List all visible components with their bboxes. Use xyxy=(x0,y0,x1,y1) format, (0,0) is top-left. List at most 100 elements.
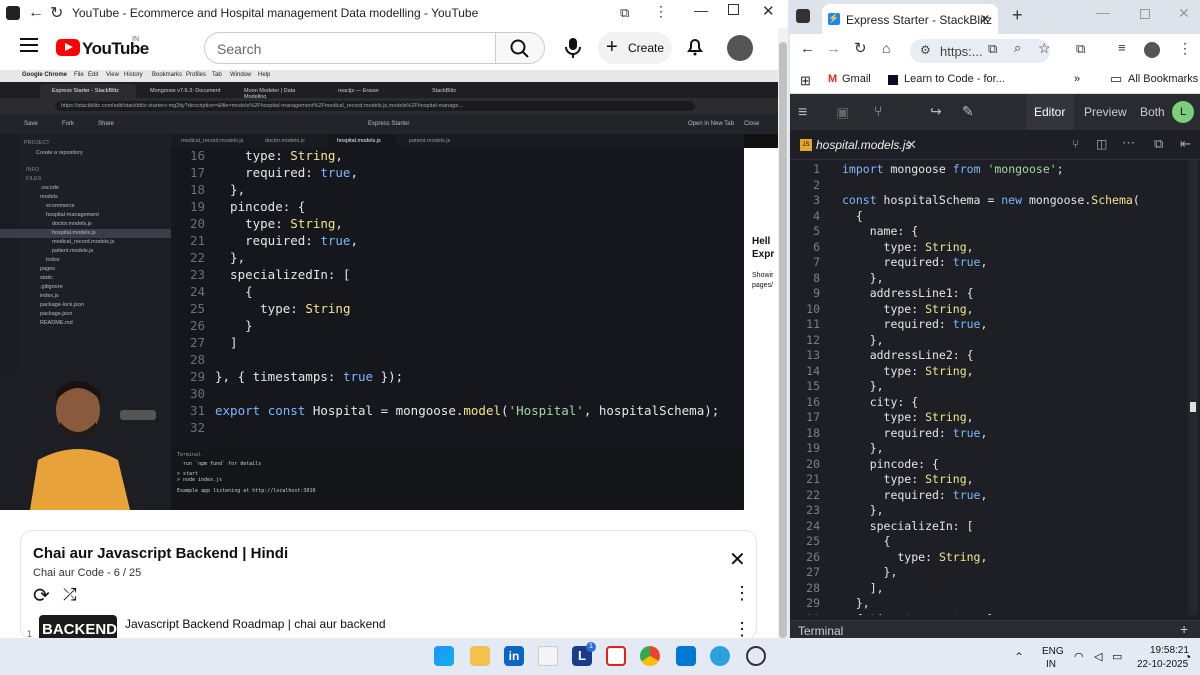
video-player[interactable]: Google Chrome File Edit View History Boo… xyxy=(0,70,778,510)
bookmark-gmail[interactable]: Gmail xyxy=(842,73,871,85)
code-line[interactable]: 24 specializeIn: [ xyxy=(790,519,973,535)
share-icon[interactable]: ↪ xyxy=(930,103,942,120)
back-arrow-icon[interactable]: ← xyxy=(800,40,815,57)
code-line[interactable]: 10 type: String, xyxy=(790,302,973,318)
code-line[interactable]: 17 type: String, xyxy=(790,410,973,426)
add-terminal-icon[interactable]: + xyxy=(1180,621,1188,637)
playlist-subtitle[interactable]: Chai aur Code - 6 / 25 xyxy=(33,567,141,579)
tray-chevron-icon[interactable]: ⌃ xyxy=(1014,650,1024,664)
telegram-icon[interactable] xyxy=(710,646,730,666)
code-line[interactable]: 30 { timestamps: true } xyxy=(790,612,994,616)
search-button[interactable] xyxy=(495,32,545,64)
code-line[interactable]: 27 ] xyxy=(171,335,238,352)
code-line[interactable]: 28 ], xyxy=(790,581,883,597)
extensions-icon[interactable]: ⧉ xyxy=(620,5,629,21)
close-tab-icon[interactable]: ✕ xyxy=(980,12,990,26)
code-line[interactable]: 9 addressLine1: { xyxy=(790,286,974,302)
maximize-icon[interactable] xyxy=(728,4,739,15)
code-line[interactable]: 20 pincode: { xyxy=(790,457,939,473)
playlist-title[interactable]: Chai aur Javascript Backend | Hindi xyxy=(33,545,288,562)
tab-list-icon[interactable] xyxy=(796,9,810,23)
preview-toggle[interactable]: Preview xyxy=(1084,105,1127,119)
create-button[interactable]: + Create xyxy=(598,32,672,64)
notifications-icon[interactable] xyxy=(684,35,706,57)
code-line[interactable]: 19 pincode: { xyxy=(171,199,305,216)
code-line[interactable]: 3 const hospitalSchema = new mongoose.Sch… xyxy=(790,193,1140,209)
code-line[interactable]: 29 }, xyxy=(790,596,870,612)
more-options-icon[interactable]: ⋮ xyxy=(733,583,751,604)
code-line[interactable]: 17 required: true, xyxy=(171,165,358,182)
code-line[interactable]: 31 export const Hospital = mongoose.model… xyxy=(171,403,719,420)
language-label[interactable]: ENG xyxy=(1042,646,1064,657)
sidebar-toggle-icon[interactable] xyxy=(6,6,20,20)
avatar[interactable] xyxy=(727,35,753,61)
minimize-icon[interactable]: — xyxy=(1096,4,1110,20)
code-line[interactable]: 28 xyxy=(171,352,215,369)
chatgpt-icon[interactable] xyxy=(746,646,766,666)
code-line[interactable]: 21 required: true, xyxy=(171,233,358,250)
avatar[interactable] xyxy=(1144,42,1160,58)
new-tab-icon[interactable]: + xyxy=(1012,5,1023,26)
code-line[interactable]: 30 xyxy=(171,386,215,403)
active-file-tab[interactable]: hospital.models.js xyxy=(816,138,911,152)
code-line[interactable]: 26 } xyxy=(171,318,253,335)
zoom-icon[interactable]: ⌕ xyxy=(1014,40,1021,56)
start-icon[interactable] xyxy=(434,646,454,666)
code-line[interactable]: 1 import mongoose from 'mongoose'; xyxy=(790,162,1064,178)
code-line[interactable]: 16 city: { xyxy=(790,395,918,411)
extensions-icon[interactable]: ⧉ xyxy=(1076,41,1085,57)
collapse-icon[interactable]: ⇤ xyxy=(1180,136,1191,152)
editor-toggle[interactable]: Editor xyxy=(1034,105,1065,119)
youtube-app-icon[interactable] xyxy=(606,646,626,666)
code-line[interactable]: 23 }, xyxy=(790,503,883,519)
region-label[interactable]: IN xyxy=(1046,659,1056,670)
video-thumbnail[interactable]: BACKEND xyxy=(39,615,117,638)
loop-icon[interactable]: ⟳ xyxy=(33,583,50,608)
tab-stackblitz[interactable]: ⚡ Express Starter - StackBlitz ✕ xyxy=(822,4,998,34)
code-line[interactable]: 25 { xyxy=(790,534,890,550)
split-icon[interactable]: ◫ xyxy=(1096,137,1107,151)
chrome-icon[interactable] xyxy=(640,646,660,666)
minimize-icon[interactable]: — xyxy=(694,2,708,18)
code-line[interactable]: 20 type: String, xyxy=(171,216,343,233)
vscode-icon[interactable] xyxy=(676,646,696,666)
terminal-bar[interactable]: Terminal + xyxy=(790,620,1200,638)
apps-icon[interactable]: ⊞ xyxy=(800,73,811,89)
more-icon[interactable]: ⋯ xyxy=(1122,135,1135,151)
code-line[interactable]: 14 type: String, xyxy=(790,364,973,380)
code-line[interactable]: 19 }, xyxy=(790,441,883,457)
fork-icon[interactable]: ⑂ xyxy=(874,103,882,119)
clock-date[interactable]: 22-10-2025 xyxy=(1137,659,1188,670)
menu-icon[interactable] xyxy=(20,38,38,40)
close-window-icon[interactable]: ✕ xyxy=(1178,5,1190,22)
format-icon[interactable]: ⑂ xyxy=(1072,137,1079,151)
code-line[interactable]: 32 xyxy=(171,420,215,437)
file-explorer-icon[interactable] xyxy=(470,646,490,666)
code-line[interactable]: 2 xyxy=(790,178,842,194)
code-line[interactable]: 16 type: String, xyxy=(171,148,343,165)
code-line[interactable]: 7 required: true, xyxy=(790,255,987,271)
code-line[interactable]: 13 addressLine2: { xyxy=(790,348,973,364)
code-line[interactable]: 23 specializedIn: [ xyxy=(171,267,351,284)
url-input[interactable]: ⚙ https:... xyxy=(910,39,1050,63)
close-file-icon[interactable]: ✕ xyxy=(906,137,917,153)
page-scrollbar[interactable] xyxy=(778,28,788,638)
item-more-icon[interactable]: ⋮ xyxy=(733,619,751,638)
code-line[interactable]: 12 }, xyxy=(790,333,883,349)
open-external-icon[interactable]: ⧉ xyxy=(1154,136,1163,152)
home-icon[interactable]: ⌂ xyxy=(882,40,890,56)
code-editor[interactable]: 1 import mongoose from 'mongoose'; 2 3 const… xyxy=(790,160,1188,615)
code-line[interactable]: 15 }, xyxy=(790,379,883,395)
shuffle-icon[interactable]: ⤮ xyxy=(63,585,77,605)
code-line[interactable]: 8 }, xyxy=(790,271,883,287)
wifi-icon[interactable]: ◠ xyxy=(1074,650,1084,663)
code-line[interactable]: 11 required: true, xyxy=(790,317,987,333)
editor-scrollbar[interactable] xyxy=(1188,160,1198,615)
code-line[interactable]: 22 required: true, xyxy=(790,488,987,504)
save-icon[interactable]: ▣ xyxy=(836,104,849,121)
back-arrow-icon[interactable]: ← xyxy=(28,4,44,22)
youtube-logo-icon[interactable] xyxy=(56,39,80,56)
code-line[interactable]: 18 }, xyxy=(171,182,245,199)
all-bookmarks[interactable]: All Bookmarks xyxy=(1128,73,1198,85)
code-line[interactable]: 4 { xyxy=(790,209,863,225)
